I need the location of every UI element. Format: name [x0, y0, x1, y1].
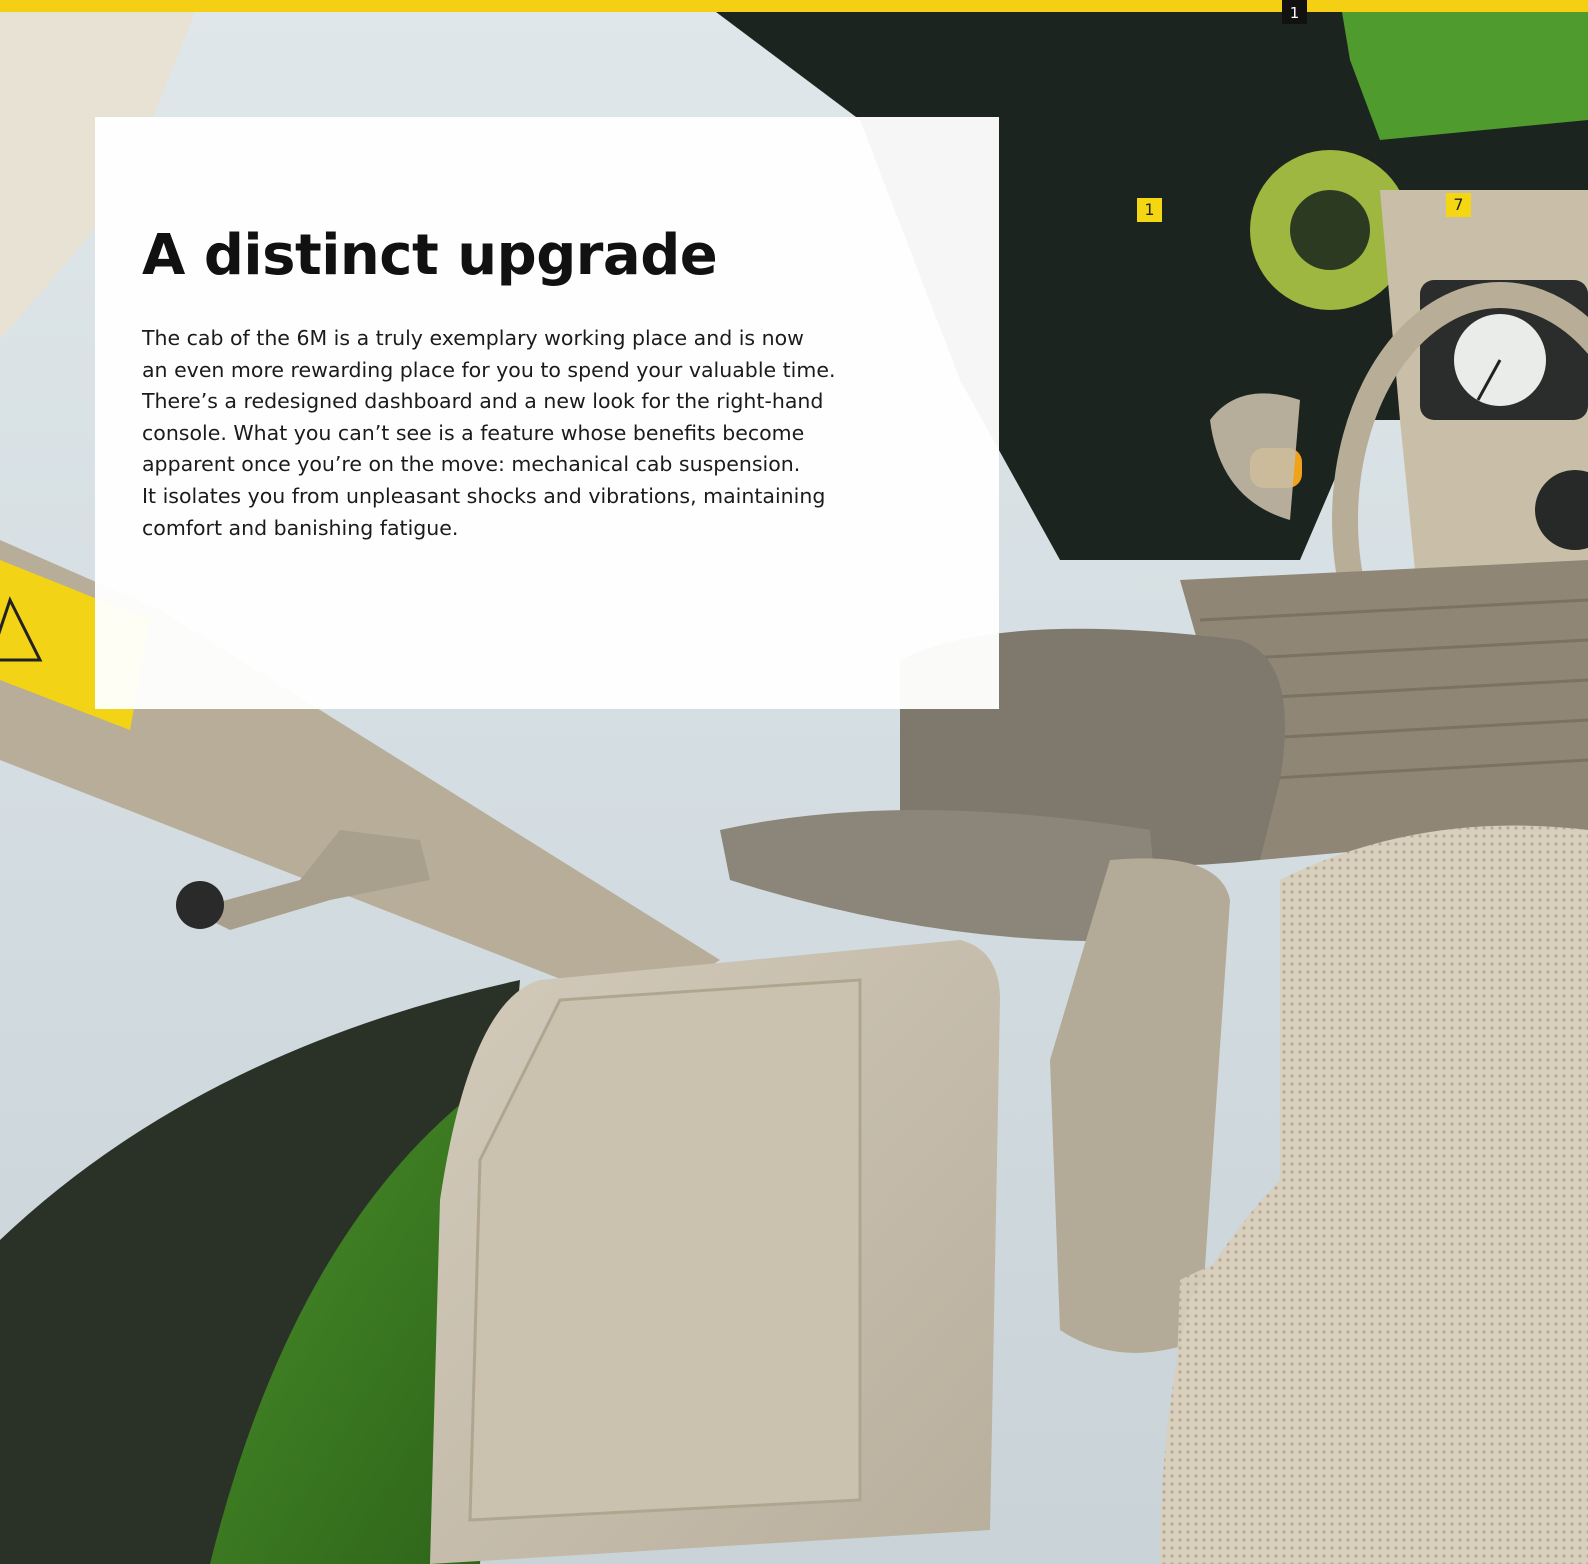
callout-marker-7: 7: [1446, 193, 1471, 217]
top-accent-bar: [0, 0, 1588, 12]
page-number: 1: [1282, 0, 1307, 24]
callout-marker-1: 1: [1137, 198, 1162, 222]
headline: A distinct upgrade: [142, 223, 718, 288]
body-paragraph: The cab of the 6M is a truly exemplary w…: [142, 326, 836, 540]
text-panel: A distinct upgrade The cab of the 6M is …: [95, 117, 999, 709]
